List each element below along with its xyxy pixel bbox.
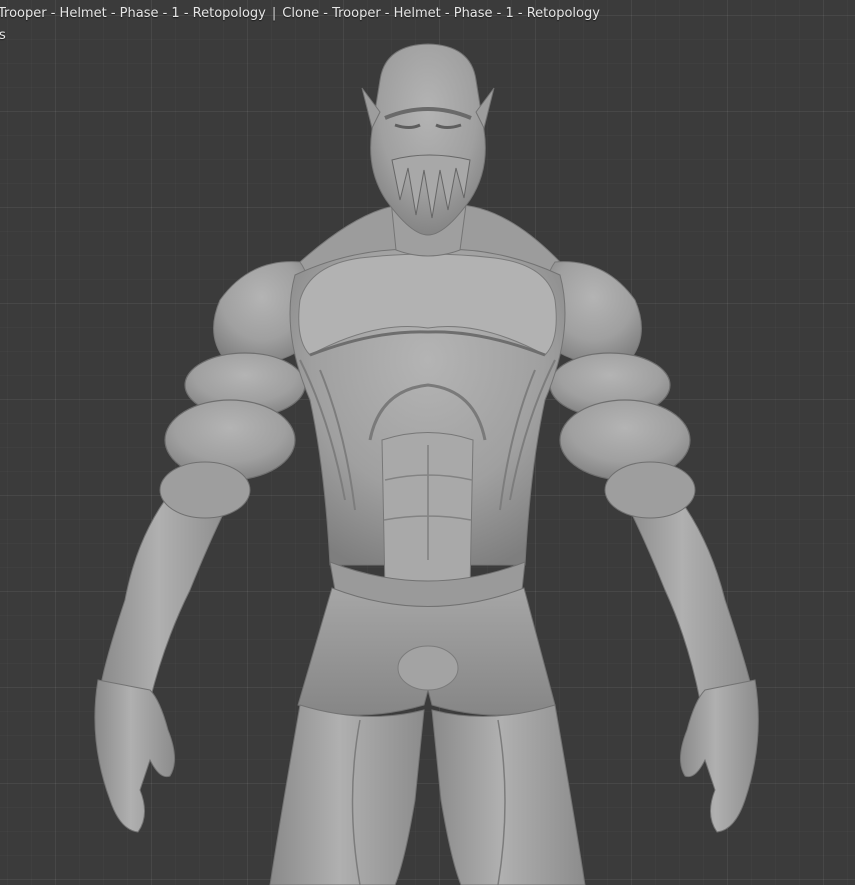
left-hand-shape [94,679,175,833]
right-leg-shape [431,704,586,885]
3d-viewport[interactable]: Trooper - Helmet - Phase - 1 - Retopolog… [0,0,855,885]
left-leg-shape [269,704,425,885]
shorts-front [397,645,459,691]
sculpt-model[interactable] [0,0,855,885]
left-elbow [159,461,251,519]
right-elbow [604,461,696,519]
right-hand-shape [680,679,759,833]
